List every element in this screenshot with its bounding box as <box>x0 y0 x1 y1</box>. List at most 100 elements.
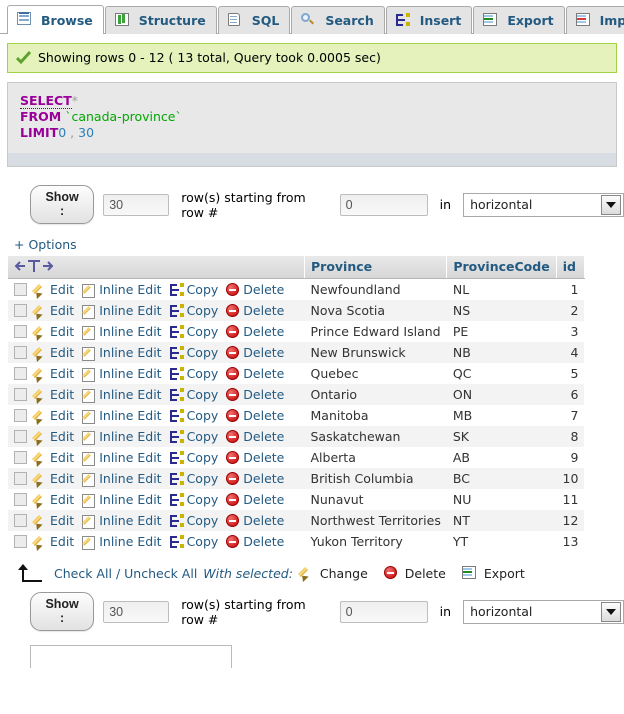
bulk-export-action[interactable]: Export <box>461 566 525 581</box>
row-action-copy[interactable]: Copy <box>169 429 218 444</box>
cell-province[interactable]: Yukon Territory <box>304 531 447 552</box>
cell-province[interactable]: Saskatchewan <box>304 426 447 447</box>
row-checkbox[interactable] <box>14 325 27 338</box>
cell-id[interactable]: 1 <box>556 278 585 300</box>
cell-provincecode[interactable]: YT <box>446 531 557 552</box>
row-action-inline-edit[interactable]: Inline Edit <box>82 366 162 382</box>
options-toggle-link[interactable]: + Options <box>0 224 624 256</box>
chevron-down-icon[interactable] <box>601 601 621 622</box>
row-action-delete[interactable]: Delete <box>226 345 284 360</box>
row-action-delete[interactable]: Delete <box>226 303 284 318</box>
row-checkbox[interactable] <box>14 451 27 464</box>
cell-id[interactable]: 12 <box>556 510 585 531</box>
row-action-delete[interactable]: Delete <box>226 387 284 402</box>
row-action-inline-edit[interactable]: Inline Edit <box>82 492 162 508</box>
direction-select-top[interactable]: horizontal <box>463 192 624 217</box>
row-action-copy[interactable]: Copy <box>169 408 218 423</box>
cell-province[interactable]: Quebec <box>304 363 447 384</box>
uncheck-all-link[interactable]: Uncheck All <box>124 566 197 581</box>
tab-insert[interactable]: Insert <box>385 6 473 34</box>
row-checkbox[interactable] <box>14 304 27 317</box>
row-action-inline-edit[interactable]: Inline Edit <box>82 282 162 298</box>
cell-provincecode[interactable]: NL <box>446 278 557 300</box>
row-action-inline-edit[interactable]: Inline Edit <box>82 471 162 487</box>
row-action-delete[interactable]: Delete <box>226 324 284 339</box>
row-action-inline-edit[interactable]: Inline Edit <box>82 324 162 340</box>
cell-province[interactable]: Northwest Territories <box>304 510 447 531</box>
row-action-edit[interactable]: Edit <box>33 345 74 360</box>
row-action-delete[interactable]: Delete <box>226 492 284 507</box>
row-action-delete[interactable]: Delete <box>226 429 284 444</box>
cell-id[interactable]: 11 <box>556 489 585 510</box>
row-action-edit[interactable]: Edit <box>33 513 74 528</box>
cell-id[interactable]: 5 <box>556 363 585 384</box>
row-action-edit[interactable]: Edit <box>33 387 74 402</box>
cell-provincecode[interactable]: SK <box>446 426 557 447</box>
cell-province[interactable]: New Brunswick <box>304 342 447 363</box>
row-checkbox[interactable] <box>14 514 27 527</box>
cell-province[interactable]: Nunavut <box>304 489 447 510</box>
sql-query-box[interactable]: SELECT* FROM `canada-province` LIMIT0 , … <box>7 82 617 167</box>
row-action-copy[interactable]: Copy <box>169 450 218 465</box>
row-action-edit[interactable]: Edit <box>33 492 74 507</box>
sort-arrows-icon[interactable] <box>14 259 54 272</box>
row-action-delete[interactable]: Delete <box>226 450 284 465</box>
row-checkbox[interactable] <box>14 346 27 359</box>
row-action-copy[interactable]: Copy <box>169 282 218 297</box>
row-action-copy[interactable]: Copy <box>169 324 218 339</box>
rows-count-input-top[interactable] <box>103 193 170 216</box>
row-checkbox[interactable] <box>14 388 27 401</box>
row-action-edit[interactable]: Edit <box>33 408 74 423</box>
row-checkbox[interactable] <box>14 430 27 443</box>
bulk-change-action[interactable]: Change <box>299 566 368 581</box>
row-action-edit[interactable]: Edit <box>33 324 74 339</box>
row-action-inline-edit[interactable]: Inline Edit <box>82 345 162 361</box>
cell-provincecode[interactable]: NS <box>446 300 557 321</box>
row-action-inline-edit[interactable]: Inline Edit <box>82 534 162 550</box>
cell-provincecode[interactable]: ON <box>446 384 557 405</box>
cell-provincecode[interactable]: BC <box>446 468 557 489</box>
column-header-id[interactable]: id <box>556 256 585 279</box>
cell-id[interactable]: 3 <box>556 321 585 342</box>
cell-province[interactable]: British Columbia <box>304 468 447 489</box>
tab-import[interactable]: Import <box>565 6 624 34</box>
row-action-inline-edit[interactable]: Inline Edit <box>82 408 162 424</box>
show-button-bottom[interactable]: Show : <box>30 592 95 631</box>
start-row-input-top[interactable] <box>339 193 428 216</box>
row-action-copy[interactable]: Copy <box>169 366 218 381</box>
bulk-delete-action[interactable]: Delete <box>383 566 446 581</box>
tab-sql[interactable]: SQL <box>217 6 291 34</box>
row-action-copy[interactable]: Copy <box>169 513 218 528</box>
tab-structure[interactable]: Structure <box>104 6 217 34</box>
cell-provincecode[interactable]: AB <box>446 447 557 468</box>
sort-column-header[interactable] <box>8 256 305 279</box>
cell-province[interactable]: Alberta <box>304 447 447 468</box>
start-row-input-bottom[interactable] <box>339 600 428 623</box>
row-action-inline-edit[interactable]: Inline Edit <box>82 450 162 466</box>
cell-province[interactable]: Ontario <box>304 384 447 405</box>
row-checkbox[interactable] <box>14 367 27 380</box>
direction-select-bottom[interactable]: horizontal <box>463 599 624 624</box>
cell-id[interactable]: 10 <box>556 468 585 489</box>
row-action-delete[interactable]: Delete <box>226 513 284 528</box>
cell-id[interactable]: 13 <box>556 531 585 552</box>
check-all-link[interactable]: Check All <box>54 566 112 581</box>
rows-count-input-bottom[interactable] <box>103 600 170 623</box>
row-action-edit[interactable]: Edit <box>33 282 74 297</box>
row-action-delete[interactable]: Delete <box>226 282 284 297</box>
row-checkbox[interactable] <box>14 472 27 485</box>
row-action-copy[interactable]: Copy <box>169 492 218 507</box>
cell-id[interactable]: 8 <box>556 426 585 447</box>
cell-provincecode[interactable]: MB <box>446 405 557 426</box>
row-action-edit[interactable]: Edit <box>33 429 74 444</box>
column-header-province[interactable]: Province <box>304 256 448 279</box>
row-checkbox[interactable] <box>14 409 27 422</box>
cell-provincecode[interactable]: PE <box>446 321 557 342</box>
row-action-delete[interactable]: Delete <box>226 471 284 486</box>
cell-provincecode[interactable]: NB <box>446 342 557 363</box>
row-action-delete[interactable]: Delete <box>226 366 284 381</box>
row-action-copy[interactable]: Copy <box>169 471 218 486</box>
row-action-delete[interactable]: Delete <box>226 534 284 549</box>
tab-search[interactable]: Search <box>291 6 385 34</box>
row-action-copy[interactable]: Copy <box>169 387 218 402</box>
